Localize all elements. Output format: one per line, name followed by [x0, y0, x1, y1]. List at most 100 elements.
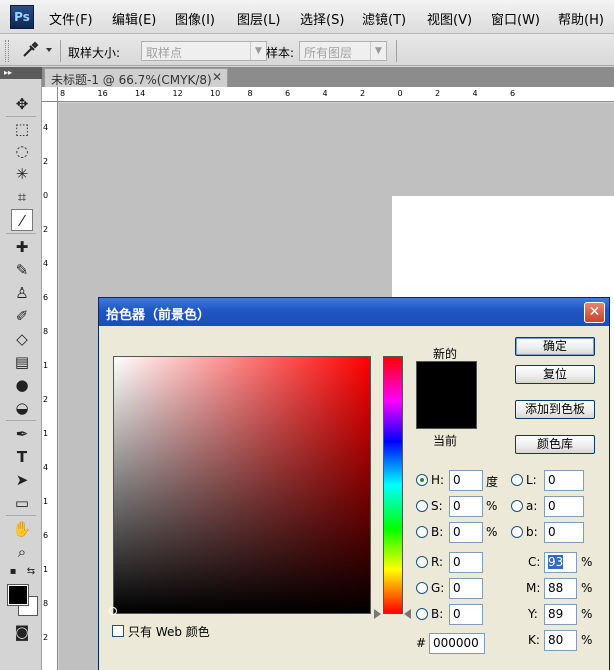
lab-b-input[interactable]: 0	[544, 522, 584, 543]
pen-tool-icon[interactable]: ✒	[11, 423, 33, 445]
ruler-tick-label: 1	[43, 565, 49, 574]
yellow-unit: %	[581, 607, 593, 621]
healing-brush-tool-icon[interactable]: ✚	[11, 236, 33, 258]
lab-a-label: a:	[526, 499, 538, 513]
document-tab[interactable]: 未标题-1 @ 66.7%(CMYK/8) ✕	[44, 68, 228, 87]
dialog-title-bar[interactable]: 拾色器（前景色）	[99, 298, 609, 326]
quick-mask-icon[interactable]: ◙	[11, 621, 33, 643]
blue-radio[interactable]	[416, 608, 428, 620]
hue-unit: 度	[486, 475, 499, 489]
hue-input[interactable]: 0	[449, 470, 483, 491]
close-icon[interactable]: ✕	[212, 70, 222, 84]
menu-window[interactable]: 窗口(W)	[491, 9, 540, 28]
key-input[interactable]: 80	[544, 630, 577, 651]
foreground-color-swatch[interactable]	[7, 584, 29, 606]
brightness-radio[interactable]	[416, 526, 428, 538]
shape-tool-icon[interactable]: ▭	[11, 492, 33, 514]
saturation-input[interactable]: 0	[449, 496, 483, 517]
only-web-colors-checkbox[interactable]	[112, 625, 124, 637]
clone-stamp-tool-icon[interactable]: ♙	[11, 282, 33, 304]
saturation-brightness-field[interactable]	[109, 356, 371, 615]
tool-separator	[6, 233, 36, 234]
magenta-input[interactable]: 88	[544, 578, 577, 599]
red-input[interactable]: 0	[449, 552, 483, 573]
sample-select[interactable]: 所有图层 ▼	[299, 41, 387, 61]
ok-button[interactable]: 确定	[515, 337, 595, 356]
yellow-input[interactable]: 89	[544, 604, 577, 625]
ruler-tick-label: 0	[397, 89, 403, 98]
eyedropper-preset-icon[interactable]	[20, 40, 56, 63]
red-label: R:	[431, 555, 444, 569]
marquee-tool-icon[interactable]: ⬚	[11, 118, 33, 140]
menu-view[interactable]: 视图(V)	[427, 9, 472, 28]
hue-arrow-left-icon[interactable]	[374, 609, 381, 619]
brightness-input[interactable]: 0	[449, 522, 483, 543]
tool-separator	[6, 116, 36, 117]
menu-image[interactable]: 图像(I)	[175, 9, 215, 28]
saturation-radio[interactable]	[416, 500, 428, 512]
ruler-tick-label: 4	[43, 123, 49, 132]
eraser-tool-icon[interactable]: ◇	[11, 328, 33, 350]
menu-file[interactable]: 文件(F)	[49, 9, 93, 28]
gradient-tool-icon[interactable]: ▤	[11, 351, 33, 373]
lab-a-input[interactable]: 0	[544, 496, 584, 517]
options-grip[interactable]	[5, 40, 9, 62]
reset-button[interactable]: 复位	[515, 365, 595, 384]
new-color-label: 新的	[433, 347, 458, 361]
magic-wand-tool-icon[interactable]: ✳	[11, 163, 33, 185]
menu-bar: Ps 文件(F) 编辑(E) 图像(I) 图层(L) 选择(S) 滤镜(T) 视…	[0, 0, 614, 34]
magenta-unit: %	[581, 581, 593, 595]
hue-radio[interactable]	[416, 474, 428, 486]
crop-tool-icon[interactable]: ⌗	[11, 186, 33, 208]
ruler-tick-label: 12	[172, 89, 183, 98]
menu-help[interactable]: 帮助(H)	[558, 9, 604, 28]
swap-colors-icon[interactable]: ⇆	[24, 565, 38, 579]
ruler-tick-label: 2	[43, 633, 49, 642]
ruler-tick-label: 4	[43, 463, 49, 472]
blue-input[interactable]: 0	[449, 604, 483, 625]
hex-input[interactable]: 000000	[429, 633, 485, 654]
move-tool-icon[interactable]: ✥	[11, 93, 33, 115]
close-icon[interactable]: ✕	[584, 302, 605, 323]
ruler-corner	[42, 87, 58, 102]
blur-tool-icon[interactable]: ●	[11, 374, 33, 396]
lab-l-radio[interactable]	[511, 474, 523, 486]
lab-l-input[interactable]: 0	[544, 470, 584, 491]
document-tab-title: 未标题-1 @ 66.7%(CMYK/8)	[51, 73, 212, 87]
menu-layer[interactable]: 图层(L)	[237, 9, 280, 28]
default-colors-icon[interactable]: ▪	[6, 565, 20, 579]
brush-tool-icon[interactable]: ✎	[11, 259, 33, 281]
ruler-tick-label: 2	[43, 157, 49, 166]
hue-slider[interactable]	[383, 356, 403, 614]
toolbox-collapse-icon[interactable]: ▸▸	[0, 67, 42, 79]
hue-arrow-right-icon[interactable]	[404, 609, 411, 619]
green-radio[interactable]	[416, 582, 428, 594]
color-field-picker[interactable]	[109, 607, 117, 615]
menu-select[interactable]: 选择(S)	[300, 9, 344, 28]
menu-edit[interactable]: 编辑(E)	[112, 9, 156, 28]
yellow-label: Y:	[528, 607, 538, 621]
color-libraries-button[interactable]: 颜色库	[515, 435, 595, 454]
sample-size-label: 取样大小:	[68, 46, 121, 60]
ruler-tick-label: 2	[43, 225, 49, 234]
key-unit: %	[581, 633, 593, 647]
red-radio[interactable]	[416, 556, 428, 568]
lab-b-radio[interactable]	[511, 526, 523, 538]
cyan-input[interactable]: 93	[544, 552, 577, 573]
ruler-tick-label: 2	[360, 89, 366, 98]
sample-size-select[interactable]: 取样点 ▼	[141, 41, 267, 61]
add-to-swatches-button[interactable]: 添加到色板	[515, 400, 595, 419]
hand-tool-icon[interactable]: ✋	[11, 518, 33, 540]
green-input[interactable]: 0	[449, 578, 483, 599]
lasso-tool-icon[interactable]: ◌	[11, 140, 33, 162]
history-brush-tool-icon[interactable]: ✐	[11, 305, 33, 327]
zoom-tool-icon[interactable]: ⌕	[11, 541, 33, 563]
dodge-tool-icon[interactable]: ◒	[11, 397, 33, 419]
path-selection-tool-icon[interactable]: ➤	[11, 469, 33, 491]
eyedropper-tool-icon[interactable]: ⁄	[11, 209, 33, 231]
lab-a-radio[interactable]	[511, 500, 523, 512]
ruler-tick-label: 4	[322, 89, 328, 98]
menu-filter[interactable]: 滤镜(T)	[362, 9, 406, 28]
type-tool-icon[interactable]: T	[11, 446, 33, 468]
hue-label: H:	[431, 473, 445, 487]
